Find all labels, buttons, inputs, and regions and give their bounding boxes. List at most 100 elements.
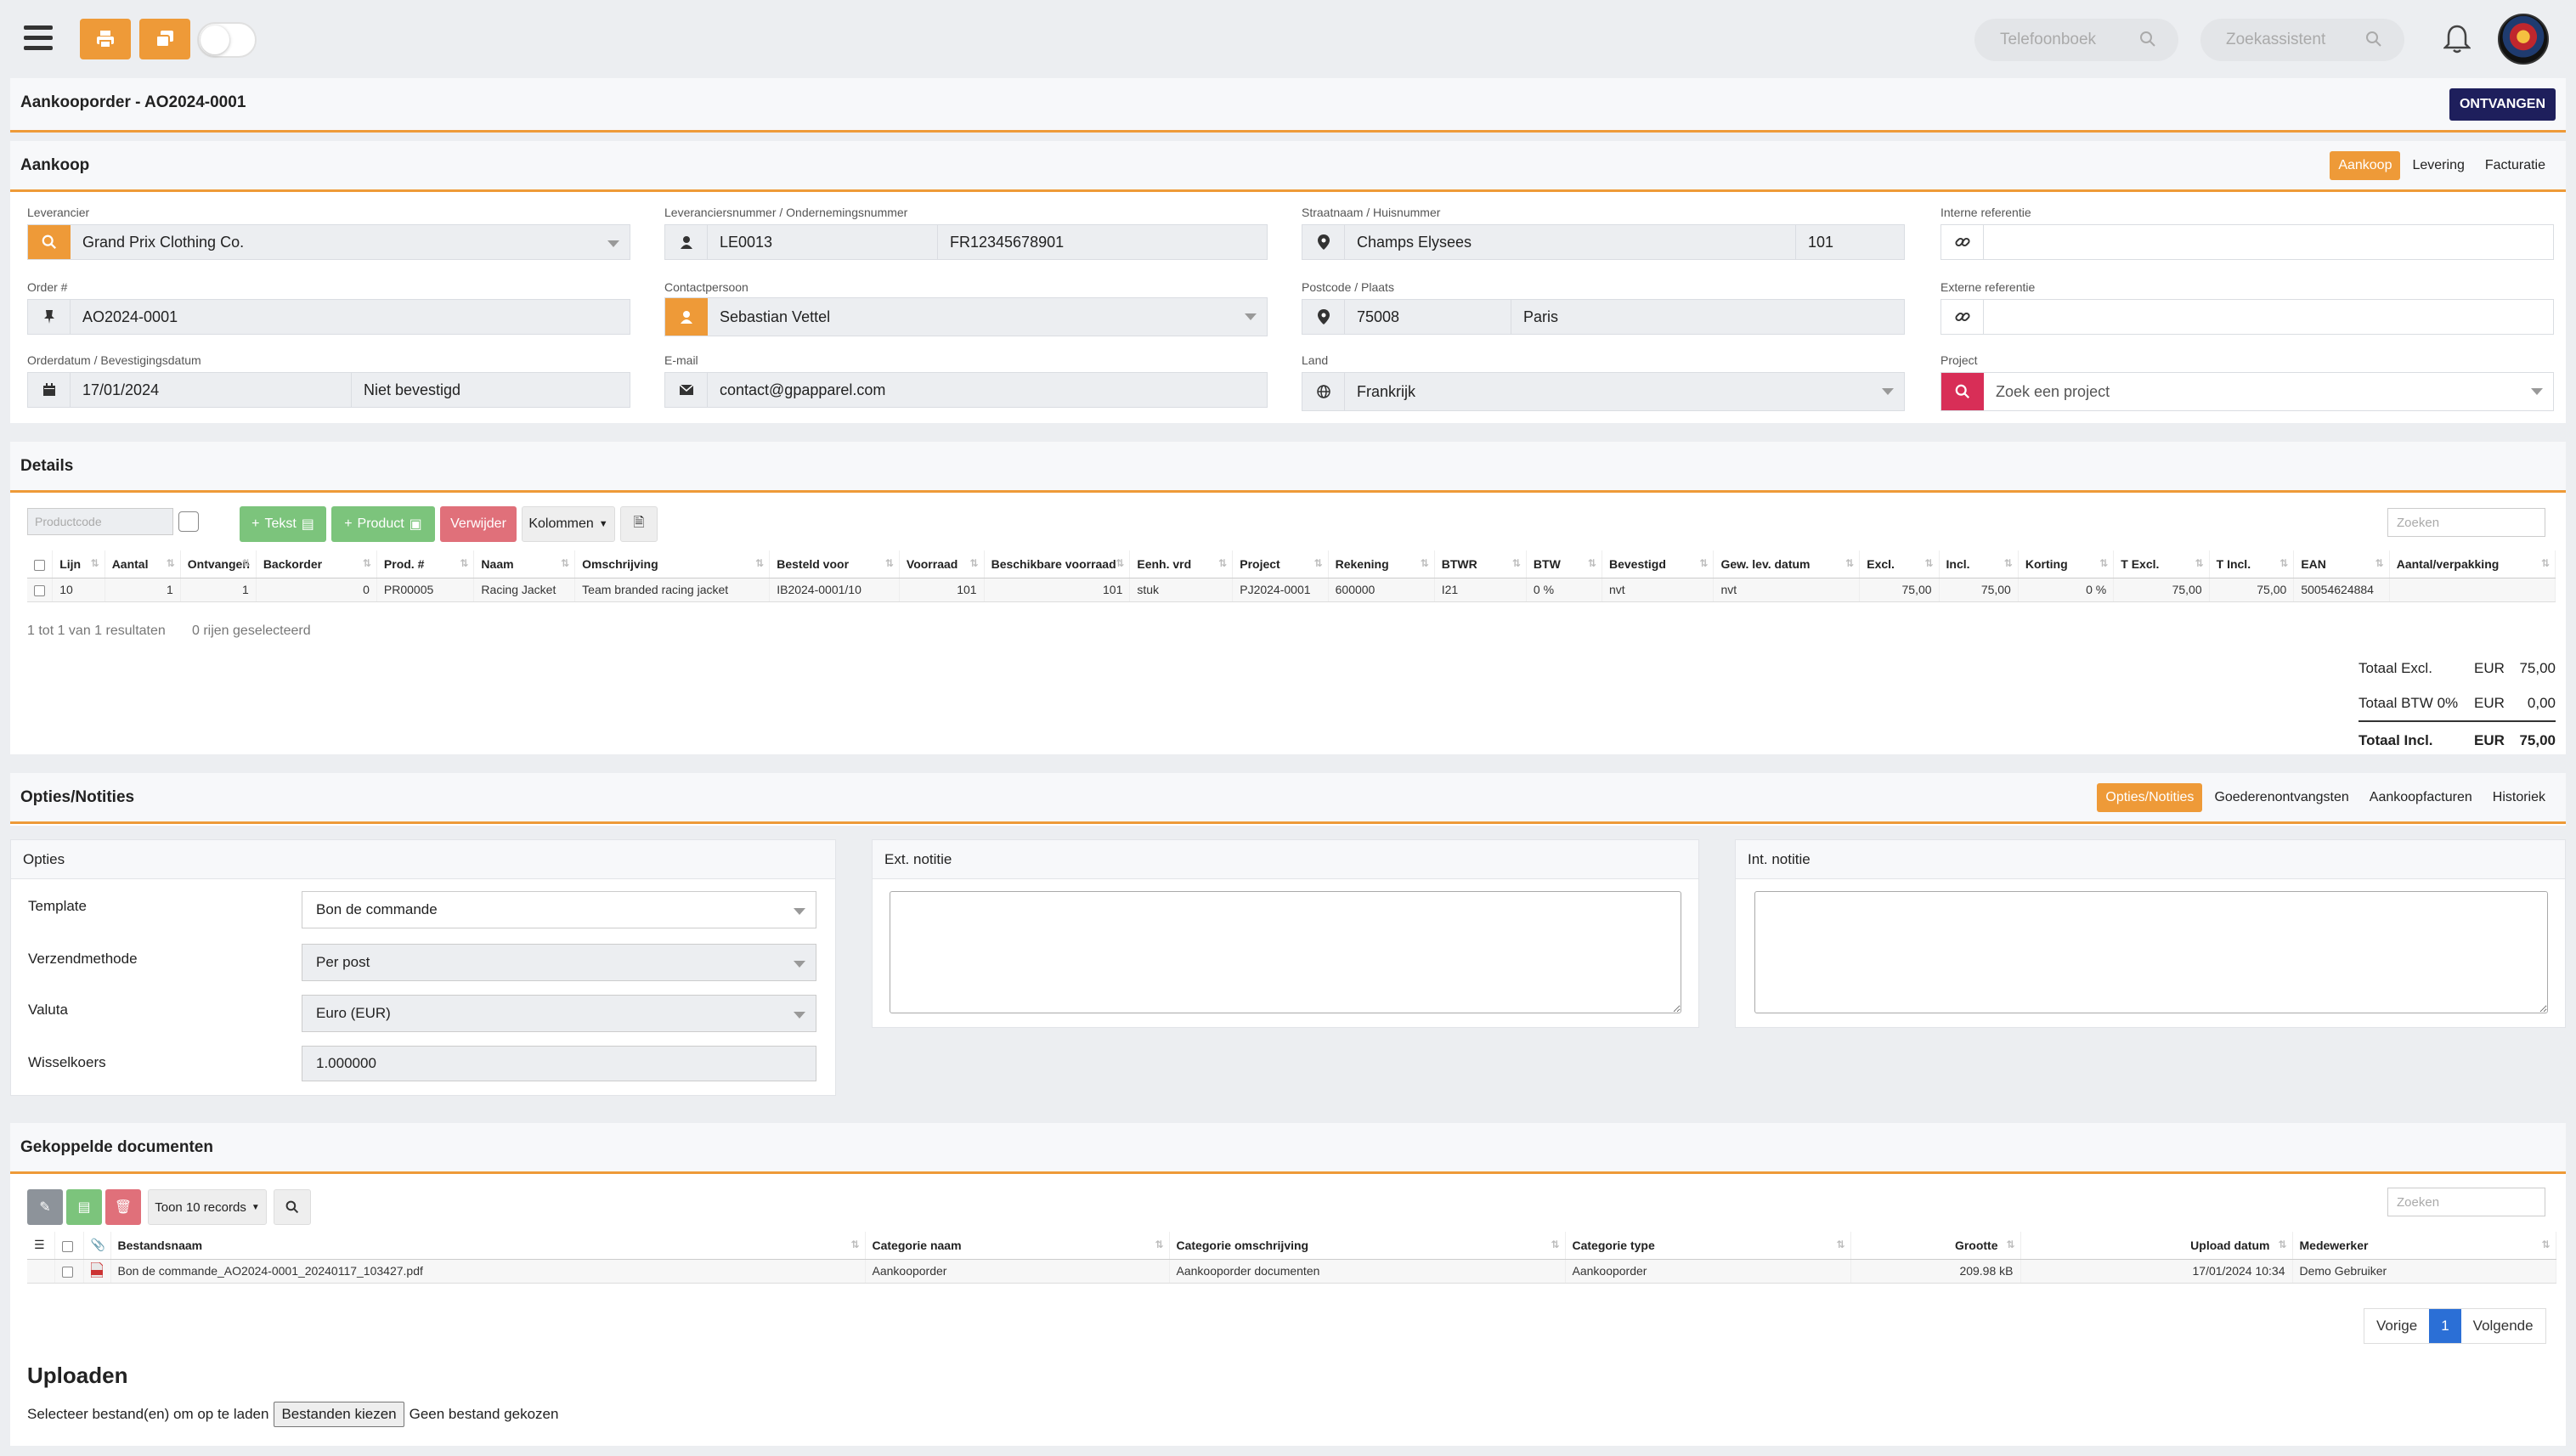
order-field[interactable]: AO2024-0001 <box>27 299 630 335</box>
int-note-textarea[interactable] <box>1754 891 2548 1013</box>
sort-icon[interactable]: ⇅ <box>561 557 569 569</box>
phonebook-search[interactable]: Telefoonboek <box>1974 19 2178 61</box>
sort-icon[interactable]: ⇅ <box>1218 557 1227 569</box>
sort-icon[interactable]: ⇅ <box>1845 557 1854 569</box>
assistant-search[interactable]: Zoekassistent <box>2200 19 2404 61</box>
documents-search-button[interactable] <box>274 1189 311 1225</box>
sort-icon[interactable]: ⇅ <box>1924 557 1933 569</box>
export-button[interactable]: 🗎 <box>620 506 658 542</box>
sort-icon[interactable]: ⇅ <box>91 557 99 569</box>
documents-search-input[interactable]: Zoeken <box>2387 1188 2545 1216</box>
sort-icon[interactable]: ⇅ <box>850 1239 859 1250</box>
new-document-button[interactable]: ▤ <box>66 1189 102 1225</box>
column-header[interactable]: Eenh. vrd ⇅ <box>1129 550 1234 578</box>
sort-icon[interactable]: ⇅ <box>167 557 175 569</box>
columns-button[interactable]: Kolommen ▼ <box>522 506 615 542</box>
column-header[interactable]: Project ⇅ <box>1232 550 1329 578</box>
country-select[interactable]: Frankrijk <box>1302 372 1905 411</box>
date-field[interactable]: 17/01/2024 Niet bevestigd <box>27 372 630 408</box>
bell-icon[interactable] <box>2443 24 2471 54</box>
add-text-button[interactable]: + Tekst ▤ <box>240 506 326 542</box>
column-header[interactable]: Backorder ⇅ <box>256 550 377 578</box>
currency-select[interactable]: Euro (EUR) <box>302 995 816 1032</box>
column-header[interactable]: BTWR ⇅ <box>1434 550 1527 578</box>
sort-icon[interactable]: ⇅ <box>2541 557 2550 569</box>
project-select[interactable]: Zoek een project <box>1940 372 2554 411</box>
contact-select[interactable]: Sebastian Vettel <box>664 297 1268 336</box>
delete-button[interactable]: Verwijder <box>440 506 517 542</box>
column-header[interactable]: Categorie naam ⇅ <box>865 1232 1170 1260</box>
sort-icon[interactable]: ⇅ <box>755 557 764 569</box>
column-header[interactable]: T Excl. ⇅ <box>2113 550 2210 578</box>
column-header[interactable]: Medewerker ⇅ <box>2292 1232 2556 1260</box>
sort-icon[interactable]: ⇅ <box>1512 557 1521 569</box>
project-search-button[interactable] <box>1941 373 1984 410</box>
table-cell[interactable]: IB2024-0001/10 <box>769 578 900 602</box>
tab-aankoop[interactable]: Aankoop <box>2330 151 2401 180</box>
tab-historiek[interactable]: Historiek <box>2484 783 2554 812</box>
shipping-select[interactable]: Per post <box>302 944 816 981</box>
productcode-checkbox[interactable] <box>178 511 199 532</box>
sort-icon[interactable]: ⇅ <box>970 557 979 569</box>
pager-next-button[interactable]: Volgende <box>2460 1309 2545 1343</box>
column-header[interactable]: Upload datum ⇅ <box>2020 1232 2293 1260</box>
sort-icon[interactable]: ⇅ <box>885 557 894 569</box>
tab-aankoopfacturen[interactable]: Aankoopfacturen <box>2361 783 2481 812</box>
sort-icon[interactable]: ⇅ <box>1421 557 1429 569</box>
contact-button[interactable] <box>665 298 708 336</box>
column-header[interactable]: Aantal/verpakking ⇅ <box>2389 550 2556 578</box>
column-header[interactable]: Bestandsnaam ⇅ <box>110 1232 866 1260</box>
supplier-select[interactable]: Grand Prix Clothing Co. <box>27 224 630 260</box>
external-ref-field[interactable] <box>1940 299 2554 335</box>
tab-levering[interactable]: Levering <box>2404 151 2472 180</box>
duplicate-button[interactable] <box>139 19 190 59</box>
column-header[interactable]: Prod. # ⇅ <box>376 550 475 578</box>
sort-icon[interactable]: ⇅ <box>2195 557 2204 569</box>
row-checkbox[interactable] <box>54 1259 84 1284</box>
choose-files-button[interactable]: Bestanden kiezen <box>274 1402 404 1427</box>
supplier-numbers-field[interactable]: LE0013 FR12345678901 <box>664 224 1268 260</box>
mode-toggle[interactable] <box>197 22 257 58</box>
row-checkbox[interactable] <box>27 578 54 602</box>
rate-field[interactable]: 1.000000 <box>302 1046 816 1081</box>
column-header[interactable]: Ontvangen ⇅ <box>180 550 257 578</box>
sort-icon[interactable]: ⇅ <box>1314 557 1323 569</box>
supplier-search-button[interactable] <box>28 225 71 259</box>
edit-button[interactable]: ✎ <box>27 1189 63 1225</box>
column-header[interactable]: Beschikbare voorraad ⇅ <box>984 550 1131 578</box>
sort-icon[interactable]: ⇅ <box>2279 557 2288 569</box>
print-button[interactable] <box>80 19 131 59</box>
column-header[interactable]: Voorraad ⇅ <box>899 550 985 578</box>
column-header[interactable]: Categorie type ⇅ <box>1565 1232 1851 1260</box>
column-header[interactable]: Gew. lev. datum ⇅ <box>1713 550 1861 578</box>
file-link[interactable]: Bon de commande_AO2024-0001_20240117_103… <box>110 1259 866 1284</box>
sort-icon[interactable]: ⇅ <box>2541 1239 2550 1250</box>
pager-prev-button[interactable]: Vorige <box>2364 1309 2430 1343</box>
sort-icon[interactable]: ⇅ <box>1699 557 1708 569</box>
column-header[interactable]: Excl. ⇅ <box>1859 550 1940 578</box>
ext-note-textarea[interactable] <box>890 891 1681 1013</box>
delete-document-button[interactable]: 🗑 <box>105 1189 141 1225</box>
tab-opties-notities[interactable]: Opties/Notities <box>2097 783 2203 812</box>
internal-ref-field[interactable] <box>1940 224 2554 260</box>
details-search-input[interactable]: Zoeken <box>2387 508 2545 537</box>
sort-icon[interactable]: ⇅ <box>1551 1239 1559 1250</box>
tab-facturatie[interactable]: Facturatie <box>2477 151 2554 180</box>
sort-icon[interactable]: ⇅ <box>1588 557 1596 569</box>
postcode-field[interactable]: 75008 Paris <box>1302 299 1905 335</box>
menu-icon[interactable] <box>24 25 53 51</box>
sort-icon[interactable]: ⇅ <box>2278 1239 2286 1250</box>
table-row[interactable]: 10 1 1 0 PR00005 Racing Jacket Team branded ra… <box>27 578 2556 602</box>
sort-icon[interactable]: ⇅ <box>363 557 371 569</box>
sort-icon[interactable]: ⇅ <box>2099 557 2108 569</box>
productcode-input[interactable]: Productcode <box>27 508 173 535</box>
column-header[interactable]: Aantal ⇅ <box>105 550 181 578</box>
records-select[interactable]: Toon 10 records ▼ <box>148 1189 267 1225</box>
pager-page-1[interactable]: 1 <box>2429 1309 2461 1343</box>
template-select[interactable]: Bon de commande <box>302 891 816 928</box>
email-field[interactable]: contact@gpapparel.com <box>664 372 1268 408</box>
column-header[interactable]: Korting ⇅ <box>2018 550 2115 578</box>
street-field[interactable]: Champs Elysees 101 <box>1302 224 1905 260</box>
table-cell[interactable]: PR00005 <box>376 578 475 602</box>
sort-icon[interactable]: ⇅ <box>1836 1239 1844 1250</box>
